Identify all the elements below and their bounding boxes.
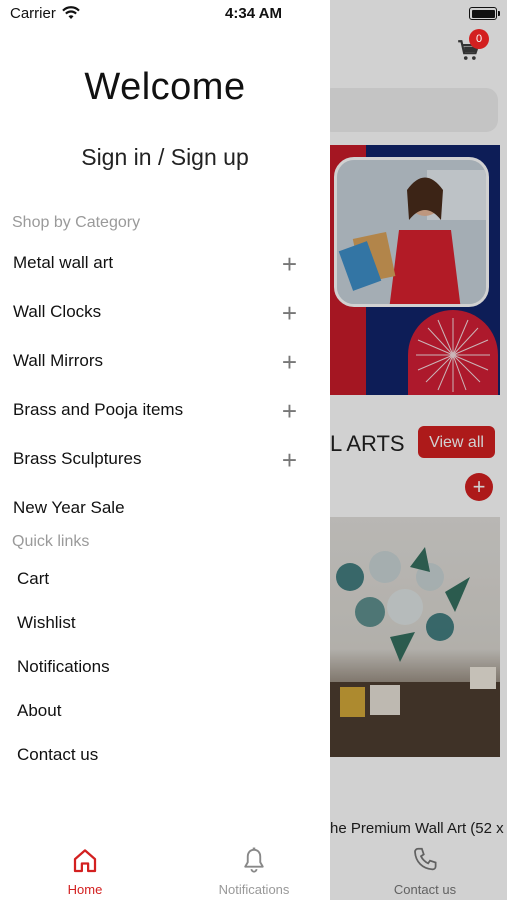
expand-plus-icon[interactable]: + [282,347,297,377]
clock: 4:34 AM [225,5,282,22]
bottom-tab-bar: Home Notifications [0,840,330,900]
expand-plus-icon[interactable]: + [282,249,297,279]
category-label: Brass Sculptures [13,449,142,468]
status-bar: Carrier 4:34 AM [0,0,507,28]
quick-link-about[interactable]: About [17,701,61,721]
category-label: Wall Mirrors [13,351,104,370]
cart-badge: 0 [469,29,489,49]
category-label: Wall Clocks [13,302,102,321]
side-drawer: Welcome Sign in / Sign up Shop by Catego… [0,0,330,900]
tab-notifications[interactable]: Notifications [204,846,304,897]
tab-home[interactable]: Home [40,846,130,897]
expand-plus-icon[interactable]: + [282,396,297,426]
bell-icon [244,847,264,873]
expand-plus-icon[interactable]: + [282,445,297,475]
welcome-heading: Welcome [84,66,246,108]
quick-link-cart[interactable]: Cart [17,569,49,589]
category-label: New Year Sale [13,498,125,517]
battery-icon [469,7,500,20]
signin-link[interactable]: Sign in / Sign up [0,144,330,171]
quick-link-notifications[interactable]: Notifications [17,657,110,677]
tab-home-label: Home [67,882,103,897]
category-brass-pooja[interactable]: Brass and Pooja items + [13,396,303,430]
quick-link-wishlist[interactable]: Wishlist [17,613,76,633]
category-wall-clocks[interactable]: Wall Clocks + [13,298,303,332]
category-label: Metal wall art [13,253,114,272]
quick-links-label: Quick links [12,533,90,550]
category-new-year-sale[interactable]: New Year Sale [13,498,303,528]
home-icon [73,849,97,873]
shop-by-category-label: Shop by Category [12,214,141,231]
category-brass-sculptures[interactable]: Brass Sculptures + [13,445,303,479]
category-metal-wall-art[interactable]: Metal wall art + [13,249,303,283]
expand-plus-icon[interactable]: + [282,298,297,328]
quick-link-contact-us[interactable]: Contact us [17,745,98,765]
category-label: Brass and Pooja items [13,400,184,419]
tab-notifications-label: Notifications [218,882,290,897]
category-wall-mirrors[interactable]: Wall Mirrors + [13,347,303,381]
